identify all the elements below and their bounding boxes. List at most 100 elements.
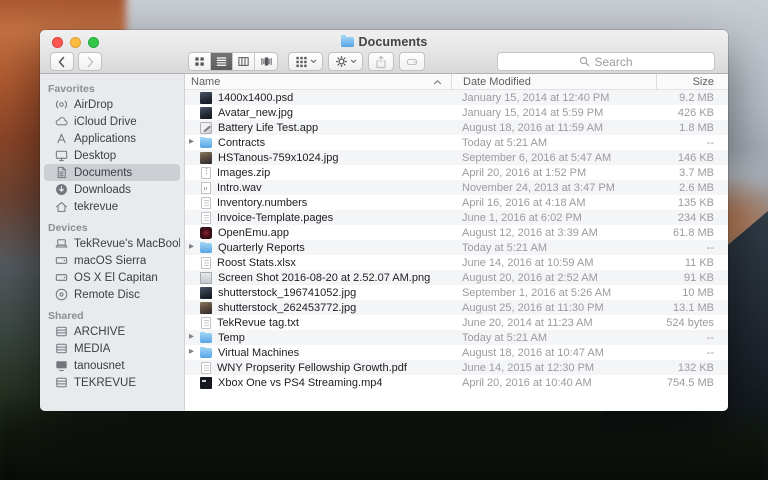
sidebar-item-os-x-el-capitan[interactable]: OS X El Capitan xyxy=(44,269,180,286)
column-view-icon xyxy=(237,55,250,68)
file-name-cell: Screen Shot 2016-08-20 at 2.52.07 AM.png xyxy=(185,272,451,284)
sidebar-item-macos-sierra[interactable]: macOS Sierra xyxy=(44,252,180,269)
sidebar-item-downloads[interactable]: Downloads xyxy=(44,181,180,198)
sidebar-item-label: tanousnet xyxy=(74,360,125,372)
window-title: Documents xyxy=(359,35,428,49)
sidebar-item-tekrevue[interactable]: TEKREVUE xyxy=(44,374,180,391)
display-icon xyxy=(54,358,69,373)
file-row-shutterstock-262453772-jpg[interactable]: shutterstock_262453772.jpgAugust 25, 201… xyxy=(185,300,728,315)
applications-icon xyxy=(54,131,69,146)
file-name-cell: Inventory.numbers xyxy=(185,197,451,209)
file-size: 91 KB xyxy=(656,272,728,284)
file-size: 11 KB xyxy=(656,257,728,269)
file-row-avatar-new-jpg[interactable]: Avatar_new.jpgJanuary 15, 2014 at 5:59 P… xyxy=(185,105,728,120)
file-name-cell: ▶Virtual Machines xyxy=(185,347,451,359)
sidebar-item-label: MEDIA xyxy=(74,343,110,355)
pdf-icon xyxy=(201,362,211,374)
file-row-quarterly-reports[interactable]: ▶Quarterly ReportsToday at 5:21 AM-- xyxy=(185,240,728,255)
sidebar-item-desktop[interactable]: Desktop xyxy=(44,147,180,164)
file-size: 9.2 MB xyxy=(656,92,728,104)
disclosure-triangle-icon[interactable]: ▶ xyxy=(189,349,199,356)
file-date-modified: November 24, 2013 at 3:47 PM xyxy=(451,182,656,194)
search-input[interactable]: Search xyxy=(497,52,715,71)
sidebar-item-archive[interactable]: ARCHIVE xyxy=(44,323,180,340)
file-name: Screen Shot 2016-08-20 at 2.52.07 AM.png xyxy=(218,272,430,284)
column-header-size-label: Size xyxy=(693,76,714,88)
file-size: 234 KB xyxy=(656,212,728,224)
file-row-inventory-numbers[interactable]: Inventory.numbersApril 16, 2016 at 4:18 … xyxy=(185,195,728,210)
server-icon xyxy=(54,324,69,339)
file-name-cell: Battery Life Test.app xyxy=(185,122,451,134)
sidebar-item-airdrop[interactable]: AirDrop xyxy=(44,96,180,113)
file-size: 10 MB xyxy=(656,287,728,299)
sidebar-item-documents[interactable]: Documents xyxy=(44,164,180,181)
disclosure-triangle-icon[interactable]: ▶ xyxy=(189,334,199,341)
file-row-openemu-app[interactable]: OpenEmu.appAugust 12, 2016 at 3:39 AM61.… xyxy=(185,225,728,240)
file-row-temp[interactable]: ▶TempToday at 5:21 AM-- xyxy=(185,330,728,345)
file-row-shutterstock-196741052-jpg[interactable]: shutterstock_196741052.jpgSeptember 1, 2… xyxy=(185,285,728,300)
sidebar-item-tanousnet[interactable]: tanousnet xyxy=(44,357,180,374)
finder-window: Documents xyxy=(40,30,728,411)
window-body: FavoritesAirDropiCloud Drive Applications… xyxy=(40,74,728,411)
column-view-button[interactable] xyxy=(233,53,255,70)
file-list: 1400x1400.psdJanuary 15, 2014 at 12:40 P… xyxy=(185,90,728,411)
back-button[interactable] xyxy=(50,52,74,71)
file-row-screen-shot-2016-08-20-at-2-52-07-am-png[interactable]: Screen Shot 2016-08-20 at 2.52.07 AM.png… xyxy=(185,270,728,285)
app-dark-icon xyxy=(200,227,212,239)
sidebar-item-icloud-drive[interactable]: iCloud Drive xyxy=(44,113,180,130)
disclosure-triangle-icon[interactable]: ▶ xyxy=(189,139,199,146)
file-date-modified: August 12, 2016 at 3:39 AM xyxy=(451,227,656,239)
file-date-modified: June 14, 2016 at 10:59 AM xyxy=(451,257,656,269)
documents-icon xyxy=(54,165,69,180)
sidebar-item-remote-disc[interactable]: Remote Disc xyxy=(44,286,180,303)
file-row-tekrevue-tag-txt[interactable]: TekRevue tag.txtJune 20, 2014 at 11:23 A… xyxy=(185,315,728,330)
file-row-invoice-template-pages[interactable]: Invoice-Template.pagesJune 1, 2016 at 6:… xyxy=(185,210,728,225)
sidebar-item-media[interactable]: MEDIA xyxy=(44,340,180,357)
file-name: Temp xyxy=(218,332,245,344)
file-row-hstanous-759x1024-jpg[interactable]: HSTanous-759x1024.jpgSeptember 6, 2016 a… xyxy=(185,150,728,165)
forward-button[interactable] xyxy=(78,52,102,71)
list-view-button[interactable] xyxy=(211,53,233,70)
sidebar-item-tekrevue[interactable]: tekrevue xyxy=(44,198,180,215)
file-row-1400x1400-psd[interactable]: 1400x1400.psdJanuary 15, 2014 at 12:40 P… xyxy=(185,90,728,105)
action-button[interactable] xyxy=(328,52,363,71)
sidebar-item-applications[interactable]: Applications xyxy=(44,130,180,147)
home-icon xyxy=(54,199,69,214)
sidebar-item-tekrevue-s-macbook-pro[interactable]: TekRevue's MacBook Pro xyxy=(44,235,180,252)
share-button[interactable] xyxy=(368,52,394,71)
file-name-cell: TekRevue tag.txt xyxy=(185,317,451,329)
file-name: Battery Life Test.app xyxy=(218,122,318,134)
column-header-name[interactable]: Name xyxy=(185,76,451,88)
sidebar-section-label-favorites: Favorites xyxy=(40,82,184,96)
file-date-modified: April 20, 2016 at 1:52 PM xyxy=(451,167,656,179)
disclosure-triangle-icon[interactable]: ▶ xyxy=(189,244,199,251)
column-header-size[interactable]: Size xyxy=(656,74,728,89)
file-name: Roost Stats.xlsx xyxy=(217,257,296,269)
sidebar-item-label: Applications xyxy=(74,133,136,145)
file-size: 132 KB xyxy=(656,362,728,374)
window-chrome[interactable]: Documents xyxy=(40,30,728,74)
drive-icon xyxy=(54,253,69,268)
file-row-intro-wav[interactable]: Intro.wavNovember 24, 2013 at 3:47 PM2.6… xyxy=(185,180,728,195)
file-row-wny-propserity-fellowship-growth-pdf[interactable]: WNY Propserity Fellowship Growth.pdfJune… xyxy=(185,360,728,375)
tags-button[interactable] xyxy=(399,52,425,71)
tag-icon xyxy=(405,55,419,69)
file-name: Avatar_new.jpg xyxy=(218,107,293,119)
arrange-grid-icon xyxy=(295,55,308,68)
file-size: 61.8 MB xyxy=(656,227,728,239)
file-row-contracts[interactable]: ▶ContractsToday at 5:21 AM-- xyxy=(185,135,728,150)
file-row-battery-life-test-app[interactable]: Battery Life Test.appAugust 18, 2016 at … xyxy=(185,120,728,135)
arrange-button[interactable] xyxy=(288,52,323,71)
disc-icon xyxy=(54,287,69,302)
file-size: 524 bytes xyxy=(656,317,728,329)
file-row-xbox-one-vs-ps4-streaming-mp4[interactable]: Xbox One vs PS4 Streaming.mp4April 20, 2… xyxy=(185,375,728,390)
coverflow-view-button[interactable] xyxy=(255,53,277,70)
file-row-virtual-machines[interactable]: ▶Virtual MachinesAugust 18, 2016 at 10:4… xyxy=(185,345,728,360)
file-row-roost-stats-xlsx[interactable]: Roost Stats.xlsx June 14, 2016 at 10:59 A… xyxy=(185,255,728,270)
file-size: -- xyxy=(656,347,728,359)
icon-view-button[interactable] xyxy=(189,53,211,70)
file-row-images-zip[interactable]: Images.zipApril 20, 2016 at 1:52 PM3.7 M… xyxy=(185,165,728,180)
column-header-date-modified[interactable]: Date Modified xyxy=(451,74,656,89)
file-name: WNY Propserity Fellowship Growth.pdf xyxy=(217,362,407,374)
folder-proxy-icon[interactable] xyxy=(341,37,354,47)
